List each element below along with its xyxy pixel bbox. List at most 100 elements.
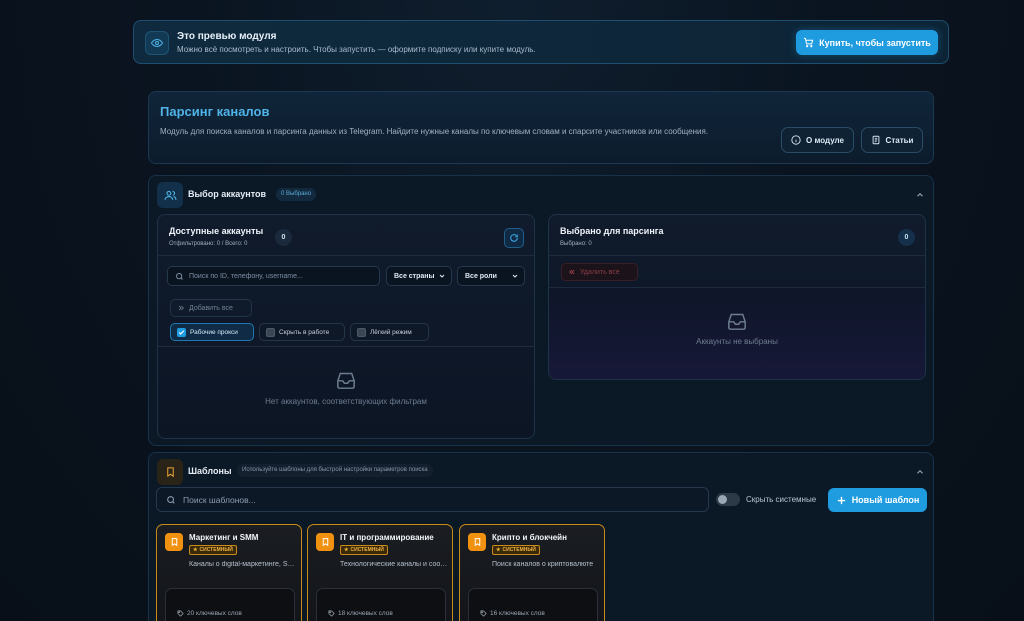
double-chevron-left-icon xyxy=(568,268,576,276)
selected-empty-area xyxy=(549,288,925,379)
chevron-down-icon xyxy=(438,272,446,280)
refresh-button[interactable] xyxy=(504,228,524,248)
selected-accounts-stats: Выбрано: 0 xyxy=(560,241,592,247)
template-name: IT и программирование xyxy=(340,533,434,542)
buy-button[interactable]: Купить, чтобы запустить xyxy=(796,30,938,55)
bookmark-icon xyxy=(165,533,183,551)
system-badge: ★ СИСТЕМНЫЙ xyxy=(340,545,388,555)
selected-count-badge: 0 xyxy=(898,229,915,246)
filter-hide-in-work[interactable]: Скрыть в работе xyxy=(259,323,345,341)
system-badge-label: СИСТЕМНЫЙ xyxy=(199,547,233,553)
inbox-icon xyxy=(336,371,356,389)
template-card[interactable]: IT и программирование ★ СИСТЕМНЫЙ Техноло… xyxy=(307,524,453,621)
remove-all-button[interactable]: Удалить все xyxy=(561,263,638,281)
keywords-count: 16 ключевых слов xyxy=(480,610,545,617)
keywords-count: 18 ключевых слов xyxy=(328,610,393,617)
selected-accounts-title: Выбрано для парсинга xyxy=(560,226,664,236)
articles-button[interactable]: Статьи xyxy=(861,127,923,153)
star-icon: ★ xyxy=(496,547,501,553)
template-description: Каналы о digital-маркетинге, SMM, таргет… xyxy=(189,561,297,568)
system-badge-label: СИСТЕМНЫЙ xyxy=(350,547,384,553)
tag-icon xyxy=(177,610,184,617)
search-icon xyxy=(175,272,184,281)
filter-light-mode[interactable]: Лёгкий режим xyxy=(350,323,429,341)
selected-empty-text: Аккаунты не выбраны xyxy=(696,337,778,346)
hide-system-label: Скрыть системные xyxy=(746,495,817,504)
role-select[interactable]: Все роли xyxy=(457,266,525,286)
filter-label: Лёгкий режим xyxy=(370,328,412,336)
remove-all-label: Удалить все xyxy=(580,268,620,276)
panel-divider xyxy=(158,255,534,256)
role-select-value: Все роли xyxy=(465,272,497,280)
chevron-up-icon[interactable] xyxy=(915,190,925,200)
keywords-label: 18 ключевых слов xyxy=(338,610,393,617)
template-description: Технологические каналы и сообщества xyxy=(340,561,448,568)
inbox-icon xyxy=(727,312,747,330)
system-badge: ★ СИСТЕМНЫЙ xyxy=(492,545,540,555)
system-badge: ★ СИСТЕМНЫЙ xyxy=(189,545,237,555)
selected-count-pill: 0 Выбрано xyxy=(276,188,317,201)
available-accounts-title: Доступные аккаунты xyxy=(169,226,264,236)
templates-search-placeholder: Поиск шаблонов... xyxy=(183,494,256,505)
document-icon xyxy=(871,135,881,145)
template-card[interactable]: Крипто и блокчейн ★ СИСТЕМНЫЙ Поиск канал… xyxy=(459,524,605,621)
template-name: Крипто и блокчейн xyxy=(492,533,567,542)
double-chevron-right-icon xyxy=(177,304,185,312)
tag-icon xyxy=(480,610,487,617)
banner-title: Это превью модуля xyxy=(177,31,277,42)
accounts-section: Выбор аккаунтов 0 Выбрано Доступные акка… xyxy=(148,175,934,446)
articles-label: Статьи xyxy=(885,135,914,145)
chevron-down-icon xyxy=(511,272,519,280)
module-description: Модуль для поиска каналов и парсинга дан… xyxy=(160,127,709,136)
country-select[interactable]: Все страны xyxy=(386,266,452,286)
system-badge-label: СИСТЕМНЫЙ xyxy=(502,547,536,553)
filter-working-proxies[interactable]: Рабочие прокси xyxy=(170,323,254,341)
add-all-label: Добавить все xyxy=(189,304,233,312)
keywords-label: 20 ключевых слов xyxy=(187,610,242,617)
cart-icon xyxy=(803,37,814,48)
eye-icon xyxy=(145,31,169,55)
page-title: Парсинг каналов xyxy=(160,104,270,119)
keywords-count: 20 ключевых слов xyxy=(177,610,242,617)
checkbox-icon xyxy=(357,327,366,337)
keywords-label: 16 ключевых слов xyxy=(490,610,545,617)
country-select-value: Все страны xyxy=(394,272,435,280)
bookmark-icon xyxy=(468,533,486,551)
templates-hint: Используйте шаблоны для быстрой настройк… xyxy=(237,464,433,477)
filter-label: Скрыть в работе xyxy=(279,328,330,336)
preview-banner: Это превью модуля Можно всё посмотреть и… xyxy=(133,20,949,64)
tag-icon xyxy=(328,610,335,617)
module-header: Парсинг каналов Модуль для поиска канало… xyxy=(148,91,934,164)
info-icon xyxy=(791,135,801,145)
bookmark-icon xyxy=(316,533,334,551)
about-module-button[interactable]: О модуле xyxy=(781,127,854,153)
templates-search-input[interactable]: Поиск шаблонов... xyxy=(156,487,709,512)
panel-divider xyxy=(158,346,534,347)
accounts-search-input[interactable]: Поиск по ID, телефону, username... xyxy=(167,266,380,286)
add-all-button[interactable]: Добавить все xyxy=(170,299,252,317)
template-card[interactable]: Маркетинг и SMM ★ СИСТЕМНЫЙ Каналы о digi… xyxy=(156,524,302,621)
chevron-up-icon[interactable] xyxy=(915,467,925,477)
template-name: Маркетинг и SMM xyxy=(189,533,259,542)
toggle-knob xyxy=(718,495,727,504)
about-module-label: О модуле xyxy=(806,135,844,145)
panel-divider xyxy=(549,255,925,256)
available-accounts-stats: Отфильтровано: 0 / Всего: 0 xyxy=(169,241,248,247)
new-template-label: Новый шаблон xyxy=(851,495,920,505)
plus-icon xyxy=(836,495,847,506)
new-template-button[interactable]: Новый шаблон xyxy=(828,488,927,512)
star-icon: ★ xyxy=(193,547,198,553)
users-icon xyxy=(157,182,183,208)
search-icon xyxy=(166,495,176,505)
star-icon: ★ xyxy=(344,547,349,553)
templates-section: Шаблоны Используйте шаблоны для быстрой … xyxy=(148,452,934,621)
available-accounts-panel: Доступные аккаунты Отфильтровано: 0 / Вс… xyxy=(157,214,535,439)
available-empty-text: Нет аккаунтов, соответствующих фильтрам xyxy=(265,397,427,406)
templates-title: Шаблоны xyxy=(188,466,232,476)
refresh-icon xyxy=(509,233,519,243)
banner-subtitle: Можно всё посмотреть и настроить. Чтобы … xyxy=(177,45,536,54)
bookmark-icon xyxy=(157,459,183,485)
filter-label: Рабочие прокси xyxy=(190,328,238,336)
hide-system-toggle[interactable] xyxy=(716,493,740,506)
buy-button-label: Купить, чтобы запустить xyxy=(819,37,931,48)
